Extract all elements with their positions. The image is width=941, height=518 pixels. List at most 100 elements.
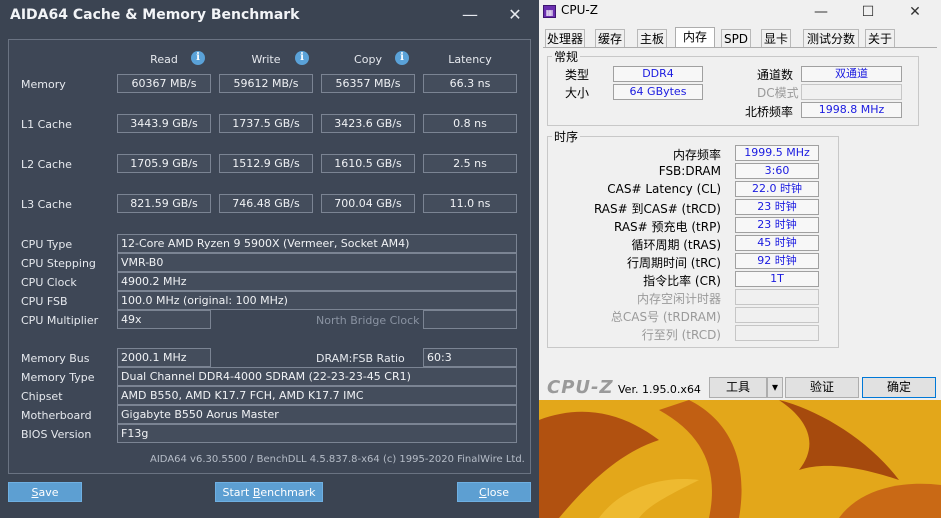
trc-value: 92 时钟 (735, 253, 819, 269)
timing-label: 内存频率 (672, 148, 721, 162)
l3-copy-value: 700.04 GB/s (321, 194, 415, 213)
memory-latency-value: 66.3 ns (423, 74, 517, 93)
aida64-window: AIDA64 Cache & Memory Benchmark — ✕ Read… (0, 0, 539, 518)
cpu-multiplier-value: 49x (117, 310, 211, 329)
command-rate-value: 1T (735, 271, 819, 287)
row-label-l2: L2 Cache (21, 158, 72, 171)
timing-label: 行至列 (tRCD) (641, 328, 721, 342)
l3-read-value: 821.59 GB/s (117, 194, 211, 213)
trdram-value (735, 307, 819, 323)
save-button[interactable]: Save (8, 482, 82, 502)
timing-label: FSB:DRAM (658, 164, 721, 178)
tab-cache[interactable]: 缓存 (595, 29, 625, 47)
general-group-label: 常规 (552, 48, 581, 65)
timing-label: 指令比率 (CR) (643, 274, 721, 288)
cpu-stepping-label: CPU Stepping (21, 257, 96, 270)
cas-latency-value: 22.0 时钟 (735, 181, 819, 197)
info-icon[interactable]: i (191, 51, 205, 65)
start-benchmark-button[interactable]: Start Benchmark (215, 482, 323, 502)
type-label: 类型 (565, 68, 590, 82)
wallpaper-art (539, 400, 941, 518)
channels-label: 通道数 (757, 68, 794, 82)
window-title: AIDA64 Cache & Memory Benchmark (10, 7, 300, 23)
cpu-multiplier-label: CPU Multiplier (21, 314, 99, 327)
memory-copy-value: 56357 MB/s (321, 74, 415, 93)
motherboard-value: Gigabyte B550 Aorus Master (117, 405, 517, 424)
bios-label: BIOS Version (21, 428, 92, 441)
tab-divider (543, 47, 937, 48)
timing-label: 行周期时间 (tRC) (626, 256, 721, 270)
maximize-icon[interactable]: ☐ (848, 0, 888, 24)
tab-about[interactable]: 关于 (865, 29, 895, 47)
trcd-value: 23 时钟 (735, 199, 819, 215)
save-label: ave (38, 486, 59, 499)
channels-value: 双通道 (801, 66, 902, 82)
memory-write-value: 59612 MB/s (219, 74, 313, 93)
l3-write-value: 746.48 GB/s (219, 194, 313, 213)
info-icon[interactable]: i (295, 51, 309, 65)
tools-button[interactable]: 工具 (709, 377, 767, 398)
memory-type-value: Dual Channel DDR4-4000 SDRAM (22-23-23-4… (117, 367, 517, 386)
tab-memory[interactable]: 内存 (675, 27, 715, 48)
tab-bench[interactable]: 测试分数 (803, 29, 859, 47)
tab-mainboard[interactable]: 主板 (637, 29, 667, 47)
dc-mode-label: DC模式 (757, 86, 799, 100)
timing-label: 内存空闲计时器 (636, 292, 721, 306)
memory-read-value: 60367 MB/s (117, 74, 211, 93)
cpuz-title: CPU-Z (561, 3, 598, 17)
size-value: 64 GBytes (613, 84, 703, 100)
type-value: DDR4 (613, 66, 703, 82)
l1-write-value: 1737.5 GB/s (219, 114, 313, 133)
close-window-button[interactable]: ✕ (504, 4, 526, 26)
cpu-type-label: CPU Type (21, 238, 73, 251)
memory-bus-value: 2000.1 MHz (117, 348, 211, 367)
north-bridge-label: North Bridge Clock (316, 314, 420, 327)
l1-read-value: 3443.9 GB/s (117, 114, 211, 133)
cpuz-app-icon: ▦ (543, 5, 556, 18)
timing-label: RAS# 预充电 (tRP) (613, 220, 721, 234)
desktop-wallpaper (539, 400, 941, 518)
row-label-memory: Memory (21, 78, 66, 91)
minimize-button[interactable]: — (459, 4, 481, 26)
north-bridge-value (423, 310, 517, 329)
motherboard-label: Motherboard (21, 409, 92, 422)
cpu-clock-label: CPU Clock (21, 276, 77, 289)
timings-group-label: 时序 (552, 128, 581, 145)
row-label-l3: L3 Cache (21, 198, 72, 211)
cpuz-window: ▦ CPU-Z — ☐ ✕ 处理器 缓存 主板 内存 SPD 显卡 测试分数 关… (539, 0, 941, 400)
close-accel: C (479, 486, 487, 499)
tab-processor[interactable]: 处理器 (545, 29, 585, 47)
close-icon[interactable]: ✕ (895, 0, 935, 24)
timing-label: 总CAS号 (tRDRAM) (610, 310, 721, 324)
l2-read-value: 1705.9 GB/s (117, 154, 211, 173)
tools-dropdown-icon[interactable]: ▾ (767, 377, 783, 398)
cpu-fsb-value: 100.0 MHz (original: 100 MHz) (117, 291, 517, 310)
timing-label: 循环周期 (tRAS) (631, 238, 721, 252)
minimize-icon[interactable]: — (801, 0, 841, 24)
nb-freq-label: 北桥频率 (745, 105, 794, 119)
close-button[interactable]: Close (457, 482, 531, 502)
cpu-stepping-value: VMR-B0 (117, 253, 517, 272)
validate-button[interactable]: 验证 (785, 377, 859, 398)
memory-type-label: Memory Type (21, 371, 95, 384)
ok-button[interactable]: 确定 (862, 377, 936, 398)
start-label: Start (222, 486, 253, 499)
cpu-fsb-label: CPU FSB (21, 295, 68, 308)
tab-graphics[interactable]: 显卡 (761, 29, 791, 47)
dram-frequency-value: 1999.5 MHz (735, 145, 819, 161)
l2-copy-value: 1610.5 GB/s (321, 154, 415, 173)
dram-ratio-value: 60:3 (423, 348, 517, 367)
tab-spd[interactable]: SPD (721, 29, 751, 47)
l1-copy-value: 3423.6 GB/s (321, 114, 415, 133)
l1-latency-value: 0.8 ns (423, 114, 517, 133)
size-label: 大小 (565, 86, 590, 100)
footer-copyright: AIDA64 v6.30.5500 / BenchDLL 4.5.837.8-x… (150, 454, 525, 465)
l3-latency-value: 11.0 ns (423, 194, 517, 213)
dc-mode-value (801, 84, 902, 100)
row-label-l1: L1 Cache (21, 118, 72, 131)
chipset-label: Chipset (21, 390, 63, 403)
info-icon[interactable]: i (395, 51, 409, 65)
timing-label: RAS# 到CAS# (tRCD) (593, 202, 721, 216)
timing-label: CAS# Latency (CL) (607, 182, 721, 196)
l2-write-value: 1512.9 GB/s (219, 154, 313, 173)
